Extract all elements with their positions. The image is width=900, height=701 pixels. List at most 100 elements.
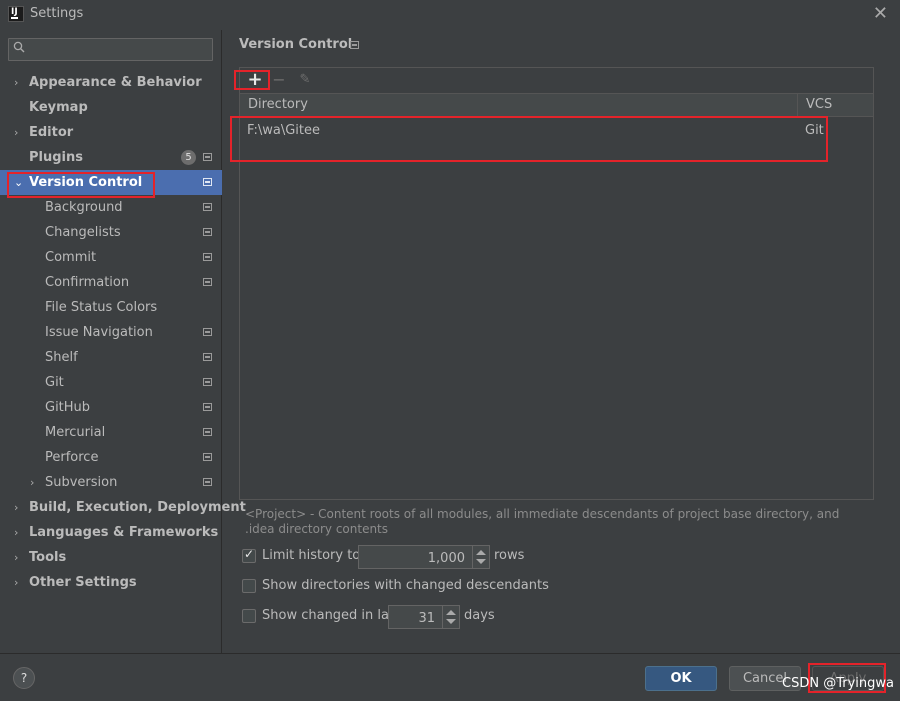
cancel-button[interactable]: Cancel <box>729 666 801 691</box>
sidebar-item-label: Issue Navigation <box>45 325 153 340</box>
sidebar-item-issue-navigation[interactable]: Issue Navigation <box>0 320 222 345</box>
column-header-vcs[interactable]: VCS <box>797 94 872 116</box>
chevron-down-icon[interactable]: ⌄ <box>14 170 23 195</box>
rows-label: rows <box>494 548 525 563</box>
project-level-icon <box>203 228 212 236</box>
sidebar-item-label: Other Settings <box>29 575 137 590</box>
updates-count-badge: 5 <box>181 150 196 165</box>
remove-mapping-button[interactable]: − <box>268 70 290 90</box>
show-changed-checkbox[interactable] <box>242 609 256 623</box>
sidebar-item-commit[interactable]: Commit <box>0 245 222 270</box>
ok-button[interactable]: OK <box>645 666 717 691</box>
sidebar-item-label: Build, Execution, Deployment <box>29 500 246 515</box>
search-input[interactable] <box>31 41 210 60</box>
intellij-logo-icon: IJ <box>8 6 24 22</box>
sidebar-item-github[interactable]: GitHub <box>0 395 222 420</box>
main-content: Version Control + − ✎ Directory VCS F:\w… <box>222 30 900 653</box>
apply-button[interactable]: Apply <box>812 666 884 691</box>
dialog-footer: ? OK Cancel Apply CSDN @Tryingwa <box>0 653 900 701</box>
sidebar-item-label: Keymap <box>29 100 88 115</box>
project-level-icon <box>350 41 359 49</box>
spinner-buttons <box>472 546 489 568</box>
sidebar-item-label: Shelf <box>45 350 78 365</box>
sidebar-item-other-settings[interactable]: › Other Settings <box>0 570 222 595</box>
sidebar-item-perforce[interactable]: Perforce <box>0 445 222 470</box>
sidebar-item-changelists[interactable]: Changelists <box>0 220 222 245</box>
vcs-mappings-panel: + − ✎ Directory VCS F:\wa\Gitee Git <box>239 67 874 500</box>
spinner-down-icon[interactable] <box>446 619 456 624</box>
sidebar-item-subversion[interactable]: › Subversion <box>0 470 222 495</box>
sidebar-item-version-control[interactable]: ⌄ Version Control <box>0 170 222 195</box>
chevron-right-icon[interactable]: › <box>14 570 18 595</box>
chevron-right-icon[interactable]: › <box>14 495 18 520</box>
project-level-icon <box>203 378 212 386</box>
sidebar-item-appearance-behavior[interactable]: › Appearance & Behavior <box>0 70 222 95</box>
show-changed-days-input[interactable] <box>389 608 437 628</box>
spinner-up-icon[interactable] <box>446 610 456 615</box>
window-title: Settings <box>30 6 84 21</box>
sidebar-item-label: Mercurial <box>45 425 106 440</box>
project-level-icon <box>203 203 212 211</box>
spinner-buttons <box>442 606 459 628</box>
sidebar-item-languages-frameworks[interactable]: › Languages & Frameworks <box>0 520 222 545</box>
show-changed-option: Show changed in last days <box>242 605 542 629</box>
project-level-icon <box>203 353 212 361</box>
sidebar-item-keymap[interactable]: Keymap <box>0 95 222 120</box>
sidebar-item-label: Confirmation <box>45 275 130 290</box>
chevron-right-icon[interactable]: › <box>14 120 18 145</box>
page-title: Version Control <box>239 37 353 52</box>
days-label: days <box>464 608 495 623</box>
chevron-right-icon[interactable]: › <box>14 545 18 570</box>
table-row[interactable]: F:\wa\Gitee Git <box>240 117 873 145</box>
directory-cell: F:\wa\Gitee <box>247 123 320 138</box>
limit-history-label: Limit history to: <box>262 548 365 563</box>
show-dirs-label: Show directories with changed descendant… <box>262 578 549 593</box>
sidebar-item-label: File Status Colors <box>45 300 158 315</box>
help-button[interactable]: ? <box>13 667 35 689</box>
vcs-cell: Git <box>805 123 824 138</box>
table-header: Directory VCS <box>240 93 873 117</box>
limit-history-spinner[interactable] <box>358 545 490 569</box>
sidebar-item-git[interactable]: Git <box>0 370 222 395</box>
chevron-right-icon[interactable]: › <box>14 70 18 95</box>
sidebar-item-label: Version Control <box>29 175 143 190</box>
mappings-toolbar: + − ✎ <box>240 68 873 93</box>
show-changed-label: Show changed in last <box>262 608 401 623</box>
add-mapping-button[interactable]: + <box>244 70 266 90</box>
search-box[interactable] <box>8 38 213 61</box>
show-dirs-option: Show directories with changed descendant… <box>242 575 562 599</box>
project-level-icon <box>203 328 212 336</box>
sidebar-item-mercurial[interactable]: Mercurial <box>0 420 222 445</box>
sidebar-item-file-status-colors[interactable]: File Status Colors <box>0 295 222 320</box>
sidebar-item-label: Plugins <box>29 150 83 165</box>
sidebar-item-label: Appearance & Behavior <box>29 75 202 90</box>
chevron-right-icon[interactable]: › <box>30 470 34 495</box>
sidebar-item-plugins[interactable]: Plugins 5 <box>0 145 222 170</box>
limit-history-option: Limit history to: rows <box>242 545 542 569</box>
spinner-up-icon[interactable] <box>476 550 486 555</box>
project-level-icon <box>203 153 212 161</box>
sidebar-item-background[interactable]: Background <box>0 195 222 220</box>
sidebar-item-label: Git <box>45 375 64 390</box>
project-level-icon <box>203 178 212 186</box>
settings-tree: › Appearance & Behavior Keymap › Editor Plugi… <box>0 70 246 595</box>
show-dirs-checkbox[interactable] <box>242 579 256 593</box>
sidebar-item-editor[interactable]: › Editor <box>0 120 222 145</box>
edit-mapping-button[interactable]: ✎ <box>294 70 316 90</box>
show-changed-spinner[interactable] <box>388 605 460 629</box>
project-level-icon <box>203 403 212 411</box>
close-icon[interactable]: ✕ <box>873 3 888 25</box>
chevron-right-icon[interactable]: › <box>14 520 18 545</box>
limit-history-checkbox[interactable] <box>242 547 256 563</box>
sidebar-item-label: Background <box>45 200 123 215</box>
sidebar-item-label: Changelists <box>45 225 121 240</box>
sidebar-item-build-execution-deployment[interactable]: › Build, Execution, Deployment <box>0 495 246 520</box>
limit-history-input[interactable] <box>359 548 467 568</box>
sidebar-item-confirmation[interactable]: Confirmation <box>0 270 222 295</box>
project-level-icon <box>203 278 212 286</box>
sidebar-item-shelf[interactable]: Shelf <box>0 345 222 370</box>
sidebar-item-tools[interactable]: › Tools <box>0 545 222 570</box>
sidebar-item-label: Commit <box>45 250 97 265</box>
column-header-directory[interactable]: Directory <box>248 94 308 116</box>
spinner-down-icon[interactable] <box>476 559 486 564</box>
